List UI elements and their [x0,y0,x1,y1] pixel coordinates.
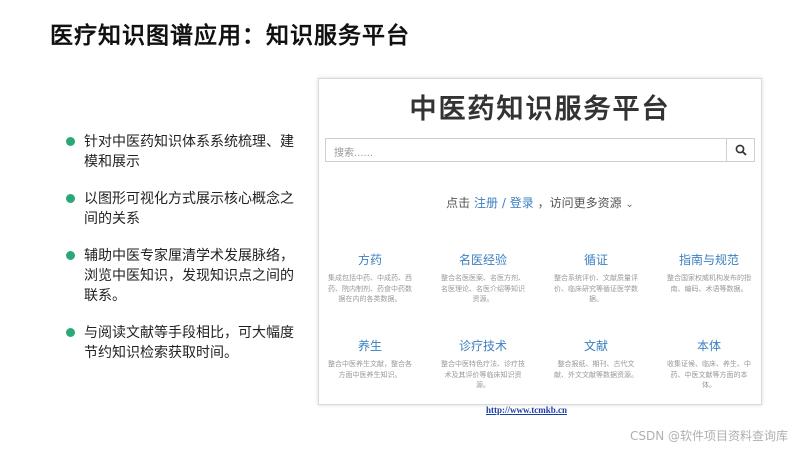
bullet-text: 以图形可视化方式展示核心概念之间的关系 [84,191,294,227]
category-desc: 整合报纸、期刊、古代文献、外文文献等数据资源。 [554,360,638,379]
category-title[interactable]: 名医经验 [433,252,533,268]
category-benti[interactable]: 本体 收集证候、临床、养生、中药、中医文献等方面的本体。 [659,338,759,391]
category-mingyi[interactable]: 名医经验 整合名医医案、名医方剂、名医理论、名医介绍等知识资源。 [433,252,533,305]
platform-screenshot: 中医药知识服务平台 搜索...... 点击 注册 / 登录 ，访问更多资源 ⌄ … [318,78,762,405]
bullet-dot-icon [66,328,75,337]
register-link[interactable]: 注册 [474,196,498,210]
site-title: 中医药知识服务平台 [409,94,671,125]
category-wenxian[interactable]: 文献 整合报纸、期刊、古代文献、外文文献等数据资源。 [546,338,646,380]
login-suffix: ，访问更多资源 [537,196,622,210]
category-title[interactable]: 方药 [320,252,420,268]
category-desc: 整合国家权威机构发布的指南、编码、术语等数据。 [667,274,751,293]
bullet-text: 与阅读文献等手段相比，可大幅度节约知识检索获取时间。 [84,325,294,361]
search-icon [735,144,747,156]
bullet-list: 针对中医药知识体系系统梳理、建模和展示 以图形可视化方式展示核心概念之间的关系 … [64,132,294,380]
login-prompt: 点击 注册 / 登录 ，访问更多资源 ⌄ [319,194,761,211]
category-zhinan[interactable]: 指南与规范 整合国家权威机构发布的指南、编码、术语等数据。 [659,252,759,294]
category-desc: 收集证候、临床、养生、中药、中医文献等方面的本体。 [667,360,751,389]
search-button[interactable] [727,138,755,162]
category-fangyao[interactable]: 方药 集成包括中药、中成药、西药、院内制剂、药食中药数据在内的各类数据。 [320,252,420,305]
login-link[interactable]: 登录 [510,196,534,210]
category-desc: 整合名医医案、名医方剂、名医理论、名医介绍等知识资源。 [441,274,525,303]
category-desc: 整合系统评价、文献质量评价、临床研究等循证医学数据。 [554,274,638,303]
category-desc: 集成包括中药、中成药、西药、院内制剂、药食中药数据在内的各类数据。 [328,274,412,303]
bullet-text: 辅助中医专家厘清学术发展脉络，浏览中医知识，发现知识点之间的联系。 [84,248,294,304]
category-desc: 整合中医养生文献，整合各方面中医养生知识。 [328,360,412,379]
category-title[interactable]: 指南与规范 [659,252,759,268]
category-desc: 整合中医特色疗法、诊疗技术及其评价等临床知识资源。 [441,360,525,389]
category-zhenliao[interactable]: 诊疗技术 整合中医特色疗法、诊疗技术及其评价等临床知识资源。 [433,338,533,391]
bullet-item: 针对中医药知识体系系统梳理、建模和展示 [64,132,294,172]
bullet-item: 以图形可视化方式展示核心概念之间的关系 [64,189,294,229]
category-title[interactable]: 诊疗技术 [433,338,533,354]
category-title[interactable]: 本体 [659,338,759,354]
bullet-item: 辅助中医专家厘清学术发展脉络，浏览中医知识，发现知识点之间的联系。 [64,246,294,306]
watermark: CSDN @软件项目资料查询库 [629,429,788,443]
category-yangsheng[interactable]: 养生 整合中医养生文献，整合各方面中医养生知识。 [320,338,420,380]
bullet-dot-icon [66,137,75,146]
chevron-down-icon[interactable]: ⌄ [625,199,633,210]
search-input[interactable]: 搜索...... [325,138,727,162]
bullet-dot-icon [66,194,75,203]
category-title[interactable]: 养生 [320,338,420,354]
slide-title: 医疗知识图谱应用：知识服务平台 [50,23,410,49]
category-title[interactable]: 循证 [546,252,646,268]
bullet-item: 与阅读文献等手段相比，可大幅度节约知识检索获取时间。 [64,323,294,363]
bullet-dot-icon [66,251,75,260]
category-title[interactable]: 文献 [546,338,646,354]
site-url-link[interactable]: http://www.tcmkb.cn [486,405,567,415]
bullet-text: 针对中医药知识体系系统梳理、建模和展示 [84,134,294,170]
login-separator: / [501,196,506,210]
login-prefix: 点击 [446,196,471,210]
category-xunzheng[interactable]: 循证 整合系统评价、文献质量评价、临床研究等循证医学数据。 [546,252,646,305]
